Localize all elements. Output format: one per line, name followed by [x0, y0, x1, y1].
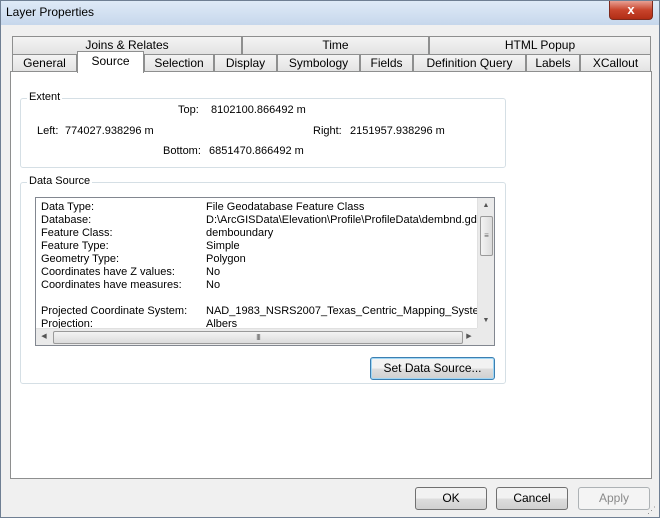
- list-item-key: Feature Class:: [41, 227, 113, 239]
- list-item-value: NAD_1983_NSRS2007_Texas_Centric_Mapping_…: [206, 305, 477, 317]
- tab-display[interactable]: Display: [214, 54, 277, 72]
- scroll-right-icon[interactable]: ▶: [461, 329, 477, 345]
- tab-definition-query[interactable]: Definition Query: [413, 54, 526, 72]
- tab-xcallout[interactable]: XCallout: [580, 54, 651, 72]
- data-source-listbox[interactable]: Data Type: File Geodatabase Feature Clas…: [35, 197, 495, 346]
- vertical-scroll-thumb[interactable]: ≡: [480, 216, 493, 256]
- data-source-content: Data Type: File Geodatabase Feature Clas…: [36, 198, 477, 329]
- horizontal-scroll-thumb[interactable]: III: [53, 331, 463, 344]
- horizontal-scrollbar[interactable]: ◀ III ▶: [36, 328, 477, 345]
- list-item-value: Polygon: [206, 253, 246, 265]
- tab-fields[interactable]: Fields: [360, 54, 413, 72]
- scrollbar-corner: [477, 328, 494, 345]
- extent-right-value: 2151957.938296 m: [350, 125, 445, 137]
- list-item-key: Coordinates have measures:: [41, 279, 182, 291]
- title-bar: Layer Properties x: [1, 1, 659, 25]
- tab-selection[interactable]: Selection: [144, 54, 214, 72]
- data-source-group: Data Source Data Type: File Geodatabase …: [20, 175, 506, 384]
- extent-right-label: Right:: [313, 125, 342, 137]
- list-item-value: D:\ArcGISData\Elevation\Profile\ProfileD…: [206, 214, 477, 226]
- list-item-value: Simple: [206, 240, 240, 252]
- tab-general[interactable]: General: [12, 54, 77, 72]
- list-item-value: No: [206, 279, 221, 291]
- list-item-key: Database:: [41, 214, 92, 226]
- apply-button[interactable]: Apply: [578, 487, 650, 510]
- extent-left-value: 774027.938296 m: [65, 125, 154, 137]
- scroll-up-icon[interactable]: ▲: [478, 198, 494, 214]
- scroll-down-icon[interactable]: ▼: [478, 313, 494, 329]
- extent-top-label: Top:: [178, 104, 199, 116]
- list-item-key: Projected Coordinate System:: [41, 305, 188, 317]
- list-item-value: demboundary: [206, 227, 274, 239]
- extent-left-label: Left:: [37, 125, 59, 137]
- window-title: Layer Properties: [6, 5, 95, 19]
- tab-html-popup[interactable]: HTML Popup: [429, 36, 651, 54]
- list-item-key: Coordinates have Z values:: [41, 266, 175, 278]
- resize-grip-icon[interactable]: ⋰: [647, 505, 657, 515]
- list-item-value: File Geodatabase Feature Class: [206, 201, 365, 213]
- tab-labels[interactable]: Labels: [526, 54, 580, 72]
- source-tab-panel: Extent Top: 8102100.866492 m Left: 77402…: [10, 71, 652, 479]
- tab-row-front: General Source Selection Display Symbolo…: [12, 51, 652, 73]
- tab-time[interactable]: Time: [242, 36, 429, 54]
- layer-properties-dialog: Layer Properties x Joins & Relates Time …: [0, 0, 660, 518]
- scroll-left-icon[interactable]: ◀: [36, 329, 52, 345]
- extent-bottom-label: Bottom:: [163, 145, 201, 157]
- list-item-key: Feature Type:: [41, 240, 109, 252]
- list-item-key: Geometry Type:: [41, 253, 120, 265]
- list-item-key: Data Type:: [41, 201, 94, 213]
- tab-symbology[interactable]: Symbology: [277, 54, 360, 72]
- tab-source[interactable]: Source: [77, 51, 144, 73]
- extent-group: Extent Top: 8102100.866492 m Left: 77402…: [20, 91, 506, 168]
- list-item-value: No: [206, 266, 221, 278]
- extent-title: Extent: [27, 91, 63, 103]
- vertical-scrollbar[interactable]: ▲ ≡ ▼: [477, 198, 494, 329]
- extent-bottom-value: 6851470.866492 m: [209, 145, 304, 157]
- cancel-button[interactable]: Cancel: [496, 487, 568, 510]
- set-data-source-button[interactable]: Set Data Source...: [370, 357, 495, 380]
- close-button[interactable]: x: [609, 1, 653, 20]
- data-source-title: Data Source: [27, 175, 93, 187]
- ok-button[interactable]: OK: [415, 487, 487, 510]
- extent-top-value: 8102100.866492 m: [211, 104, 306, 116]
